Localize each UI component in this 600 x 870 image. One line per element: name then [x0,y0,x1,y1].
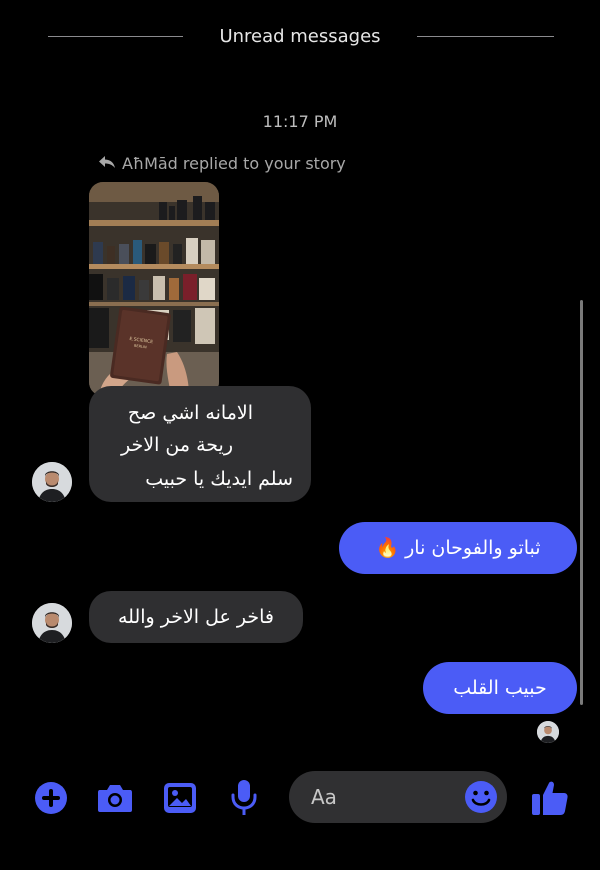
story-reply-text: AħMād replied to your story [122,154,346,173]
message-text: فاخر عل الاخر والله [117,606,274,628]
message-text: ثباتو والفوحان نار 🔥 [375,537,541,559]
divider-left [48,36,183,37]
emoji-icon[interactable] [464,780,498,818]
outgoing-message-bubble[interactable]: ثباتو والفوحان نار 🔥 [339,522,577,574]
message-line: الامانه اشي صح [127,402,253,424]
scrollbar[interactable] [580,300,583,705]
unread-messages-label: Unread messages [219,26,381,47]
message-input-placeholder: Aa [311,785,337,809]
message-input[interactable]: Aa [289,771,507,823]
incoming-message-bubble[interactable]: الامانه اشي صح ريحة من الاخر سلم ايديك ي… [89,386,311,502]
camera-icon[interactable] [93,776,137,820]
story-reply-indicator: AħMād replied to your story [98,154,346,173]
reply-arrow-icon [98,154,116,173]
incoming-message-bubble[interactable]: فاخر عل الاخر والله [89,591,303,643]
message-line: سلم ايديك يا حبيب [145,468,293,490]
microphone-icon[interactable] [222,776,266,820]
thumbs-up-icon[interactable] [528,776,572,820]
outgoing-message-bubble[interactable]: حبيب القلب [423,662,577,714]
avatar[interactable] [32,462,72,502]
read-receipt-avatar [537,721,559,743]
message-line: ريحة من الاخر [121,434,233,456]
plus-icon[interactable] [29,776,73,820]
image-icon[interactable] [158,776,202,820]
avatar[interactable] [32,603,72,643]
divider-right [417,36,554,37]
timestamp: 11:17 PM [262,112,338,131]
story-thumbnail[interactable]: E.SCIENCE BERLIN [89,182,219,396]
message-text: حبيب القلب [453,677,547,699]
